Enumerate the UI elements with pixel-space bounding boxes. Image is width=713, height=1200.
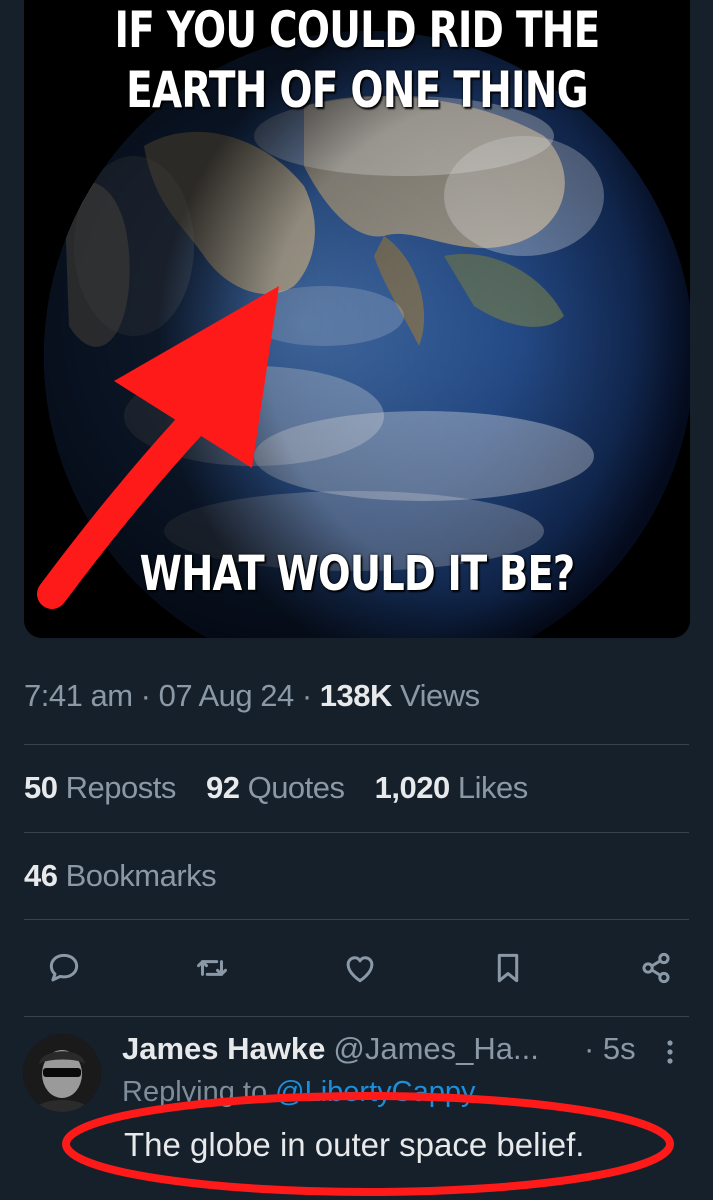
replying-to-label: Replying to [122, 1076, 268, 1108]
views-count: 138K [319, 678, 393, 713]
reposts-stat[interactable]: 50 Reposts [24, 770, 184, 805]
reply-author-handle[interactable]: @James_Ha... [333, 1031, 538, 1066]
likes-stat[interactable]: 1,020 Likes [374, 770, 529, 805]
reply-header: James Hawke @James_Ha... · 5s [122, 1031, 702, 1067]
meme-caption-line-1: IF YOU COULD RID THE [114, 1, 600, 59]
reply-time: · 5s [584, 1031, 636, 1066]
meme-caption-line-2: EARTH OF ONE THING [126, 61, 588, 119]
divider [24, 1016, 689, 1017]
divider [24, 919, 689, 920]
share-icon [642, 952, 670, 984]
tweet-time[interactable]: 7:41 am [24, 678, 133, 713]
like-icon [346, 956, 374, 983]
tweet-action-bar [40, 944, 680, 992]
tweet-date[interactable]: 07 Aug 24 [159, 678, 295, 713]
bookmarks-stat[interactable]: 46 Bookmarks [24, 858, 217, 894]
engagement-stats-row: 50 Reposts 92 Quotes 1,020 Likes [24, 770, 550, 806]
replying-to-line: Replying to @LibertyCappy [122, 1076, 475, 1109]
quotes-count: 92 [205, 770, 240, 805]
quotes-label: Quotes [247, 770, 345, 805]
replying-to-handle[interactable]: @LibertyCappy [275, 1076, 475, 1108]
bookmarks-label: Bookmarks [65, 858, 217, 893]
meme-bottom-caption: WHAT WOULD IT BE? [139, 546, 576, 602]
more-options-icon[interactable] [660, 1035, 680, 1069]
avatar[interactable] [23, 1034, 101, 1112]
reposts-count: 50 [24, 770, 58, 805]
meme-top-caption: IF YOU COULD RID THE EARTH OF ONE THING [97, 0, 616, 120]
avatar-photo [23, 1034, 101, 1112]
likes-count: 1,020 [374, 770, 451, 805]
repost-button[interactable] [188, 944, 236, 992]
repost-icon [197, 960, 227, 976]
reply-author-name[interactable]: James Hawke [122, 1031, 325, 1066]
reposts-label: Reposts [65, 770, 177, 805]
views-label: Views [400, 678, 480, 713]
tweet-media-image[interactable]: IF YOU COULD RID THE EARTH OF ONE THING … [24, 0, 690, 638]
likes-label: Likes [457, 770, 528, 805]
bookmark-button[interactable] [484, 944, 532, 992]
share-button[interactable] [632, 944, 680, 992]
reply-text: The globe in outer space belief. [124, 1126, 585, 1163]
tweet-timestamp-row: 7:41 am · 07 Aug 24 · 138K Views [24, 678, 480, 713]
reply-icon [49, 953, 79, 982]
divider [24, 744, 689, 745]
divider [24, 832, 689, 833]
bookmarks-count: 46 [24, 858, 58, 893]
reply-button[interactable] [40, 944, 88, 992]
like-button[interactable] [336, 944, 384, 992]
bookmark-icon [497, 953, 519, 983]
quotes-stat[interactable]: 92 Quotes [206, 770, 353, 805]
